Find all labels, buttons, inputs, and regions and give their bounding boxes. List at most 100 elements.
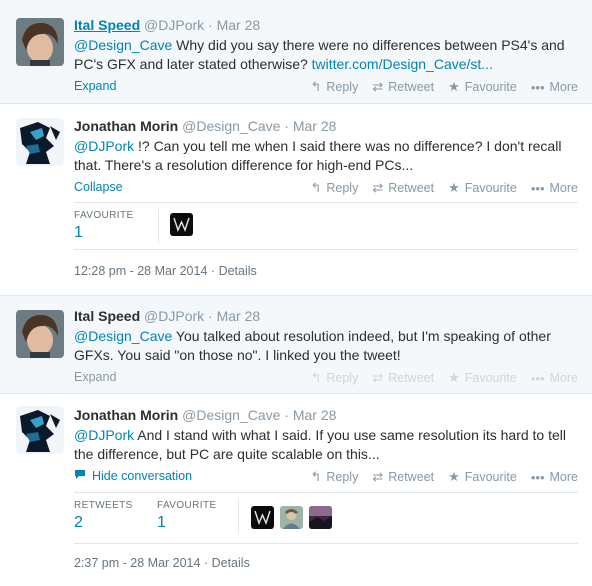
mention-link[interactable]: @DJPork: [74, 138, 134, 154]
expand-link[interactable]: Expand: [74, 79, 116, 93]
author-name[interactable]: Ital Speed: [74, 308, 140, 324]
tweet-actions: ↰ Reply ⇄ Retweet ★ Favourite ••• More: [310, 469, 578, 485]
tweet-text: @Design_Cave You talked about resolution…: [74, 327, 578, 365]
mention-link[interactable]: @Design_Cave: [74, 37, 172, 53]
reply-button[interactable]: ↰ Reply: [310, 180, 358, 196]
tweet-text-body: !? Can you tell me when I said there was…: [74, 138, 562, 173]
ellipsis-icon: •••: [530, 469, 545, 485]
more-button[interactable]: ••• More: [531, 180, 578, 196]
favourite-label: FAVOURITE: [74, 210, 134, 221]
favourite-button[interactable]: ★ Favourite: [448, 370, 517, 386]
tweet-meta: 12:28 pm - 28 Mar 2014 · Details: [74, 264, 257, 278]
retweet-button[interactable]: ⇄ Retweet: [372, 469, 434, 485]
author-handle[interactable]: @Design_Cave: [182, 407, 280, 423]
collapse-link[interactable]: Collapse: [74, 180, 123, 194]
reply-icon: ↰: [310, 469, 322, 484]
details-link[interactable]: Details: [212, 556, 250, 570]
star-icon: ★: [448, 180, 460, 195]
favourite-count[interactable]: 1: [74, 224, 134, 242]
author-name[interactable]: Jonathan Morin: [74, 118, 178, 134]
favourite-stat[interactable]: FAVOURITE 1: [157, 500, 217, 532]
retweets-stat[interactable]: RETWEETS 2: [74, 500, 133, 532]
tweet-text: @Design_Cave Why did you say there were …: [74, 36, 578, 74]
favourite-stat[interactable]: FAVOURITE 1: [74, 210, 134, 242]
tweet-date[interactable]: Mar 28: [293, 118, 337, 134]
tweet-date[interactable]: Mar 28: [293, 407, 337, 423]
details-link[interactable]: Details: [219, 264, 257, 278]
avatar-ital-speed[interactable]: [16, 18, 64, 66]
separator-dot: ·: [284, 118, 289, 134]
tweet-text: @DJPork And I stand with what I said. If…: [74, 426, 578, 464]
ellipsis-icon: •••: [530, 180, 545, 196]
favourite-label: FAVOURITE: [157, 500, 217, 511]
more-button[interactable]: ••• More: [531, 79, 578, 95]
tweet-3[interactable]: Ital Speed @DJPork · Mar 28 @Design_Cave…: [0, 296, 592, 394]
favourite-button[interactable]: ★ Favourite: [448, 469, 517, 485]
stats-divider: [158, 209, 159, 243]
tweet-date[interactable]: Mar 28: [217, 308, 261, 324]
ellipsis-icon: •••: [530, 79, 545, 95]
tweet-actions: ↰ Reply ⇄ Retweet ★ Favourite ••• More: [310, 370, 578, 386]
author-handle[interactable]: @DJPork: [144, 308, 204, 324]
avatar-jonathan-morin[interactable]: [16, 406, 64, 454]
more-button[interactable]: ••• More: [531, 469, 578, 485]
separator-dot: ·: [208, 17, 213, 33]
tweet-text-body: And I stand with what I said. If you use…: [74, 427, 567, 462]
reply-icon: ↰: [310, 370, 322, 385]
speech-bubble-icon: [74, 469, 86, 483]
retweet-icon: ⇄: [372, 79, 384, 94]
meta-separator: ·: [203, 556, 209, 570]
author-handle[interactable]: @DJPork: [144, 17, 204, 33]
retweets-count[interactable]: 2: [74, 514, 133, 532]
tweet-actions: ↰ Reply ⇄ Retweet ★ Favourite ••• More: [310, 79, 578, 95]
tweet-url-link[interactable]: twitter.com/Design_Cave/st...: [312, 56, 493, 72]
favourite-count[interactable]: 1: [157, 514, 217, 532]
timestamp[interactable]: 2:37 pm - 28 Mar 2014: [74, 556, 200, 570]
tweet-stats: RETWEETS 2 FAVOURITE 1: [74, 492, 578, 544]
retweet-icon: ⇄: [372, 469, 384, 484]
favouriter-avatar[interactable]: [251, 506, 274, 529]
retweet-button[interactable]: ⇄ Retweet: [372, 370, 434, 386]
retweets-label: RETWEETS: [74, 500, 133, 511]
tweet-date[interactable]: Mar 28: [217, 17, 261, 33]
tweet-text: @DJPork !? Can you tell me when I said t…: [74, 137, 578, 175]
reply-icon: ↰: [310, 180, 322, 195]
avatar-jonathan-morin[interactable]: [16, 118, 64, 166]
retweet-button[interactable]: ⇄ Retweet: [372, 79, 434, 95]
favouriter-avatar[interactable]: [309, 506, 332, 529]
reply-button[interactable]: ↰ Reply: [310, 469, 358, 485]
mention-link[interactable]: @Design_Cave: [74, 328, 172, 344]
reply-button[interactable]: ↰ Reply: [310, 370, 358, 386]
separator-dot: ·: [208, 308, 213, 324]
stats-divider: [238, 499, 239, 533]
favourite-button[interactable]: ★ Favourite: [448, 79, 517, 95]
author-name[interactable]: Ital Speed: [74, 17, 140, 33]
tweet-4[interactable]: Jonathan Morin @Design_Cave · Mar 28 @DJ…: [0, 394, 592, 586]
author-handle[interactable]: @Design_Cave: [182, 118, 280, 134]
star-icon: ★: [448, 469, 460, 484]
more-button[interactable]: ••• More: [531, 370, 578, 386]
tweet-stats: FAVOURITE 1: [74, 202, 578, 250]
star-icon: ★: [448, 79, 460, 94]
hide-conversation-link[interactable]: Hide conversation: [74, 469, 192, 483]
reply-button[interactable]: ↰ Reply: [310, 79, 358, 95]
author-name[interactable]: Jonathan Morin: [74, 407, 178, 423]
tweet-2[interactable]: Jonathan Morin @Design_Cave · Mar 28 @DJ…: [0, 104, 592, 296]
tweet-meta: 2:37 pm - 28 Mar 2014 · Details: [74, 556, 250, 570]
tweet-1[interactable]: Ital Speed @DJPork · Mar 28 @Design_Cave…: [0, 0, 592, 104]
favouriter-avatar[interactable]: [280, 506, 303, 529]
expand-link[interactable]: Expand: [74, 370, 116, 384]
tweet-actions: ↰ Reply ⇄ Retweet ★ Favourite ••• More: [310, 180, 578, 196]
retweet-icon: ⇄: [372, 180, 384, 195]
star-icon: ★: [448, 370, 460, 385]
reply-icon: ↰: [310, 79, 322, 94]
separator-dot: ·: [284, 407, 289, 423]
favouriter-avatar[interactable]: [170, 213, 193, 236]
meta-separator: ·: [210, 264, 216, 278]
favourite-button[interactable]: ★ Favourite: [448, 180, 517, 196]
mention-link[interactable]: @DJPork: [74, 427, 134, 443]
retweet-button[interactable]: ⇄ Retweet: [372, 180, 434, 196]
avatar-ital-speed[interactable]: [16, 310, 64, 358]
timestamp[interactable]: 12:28 pm - 28 Mar 2014: [74, 264, 207, 278]
retweet-icon: ⇄: [372, 370, 384, 385]
